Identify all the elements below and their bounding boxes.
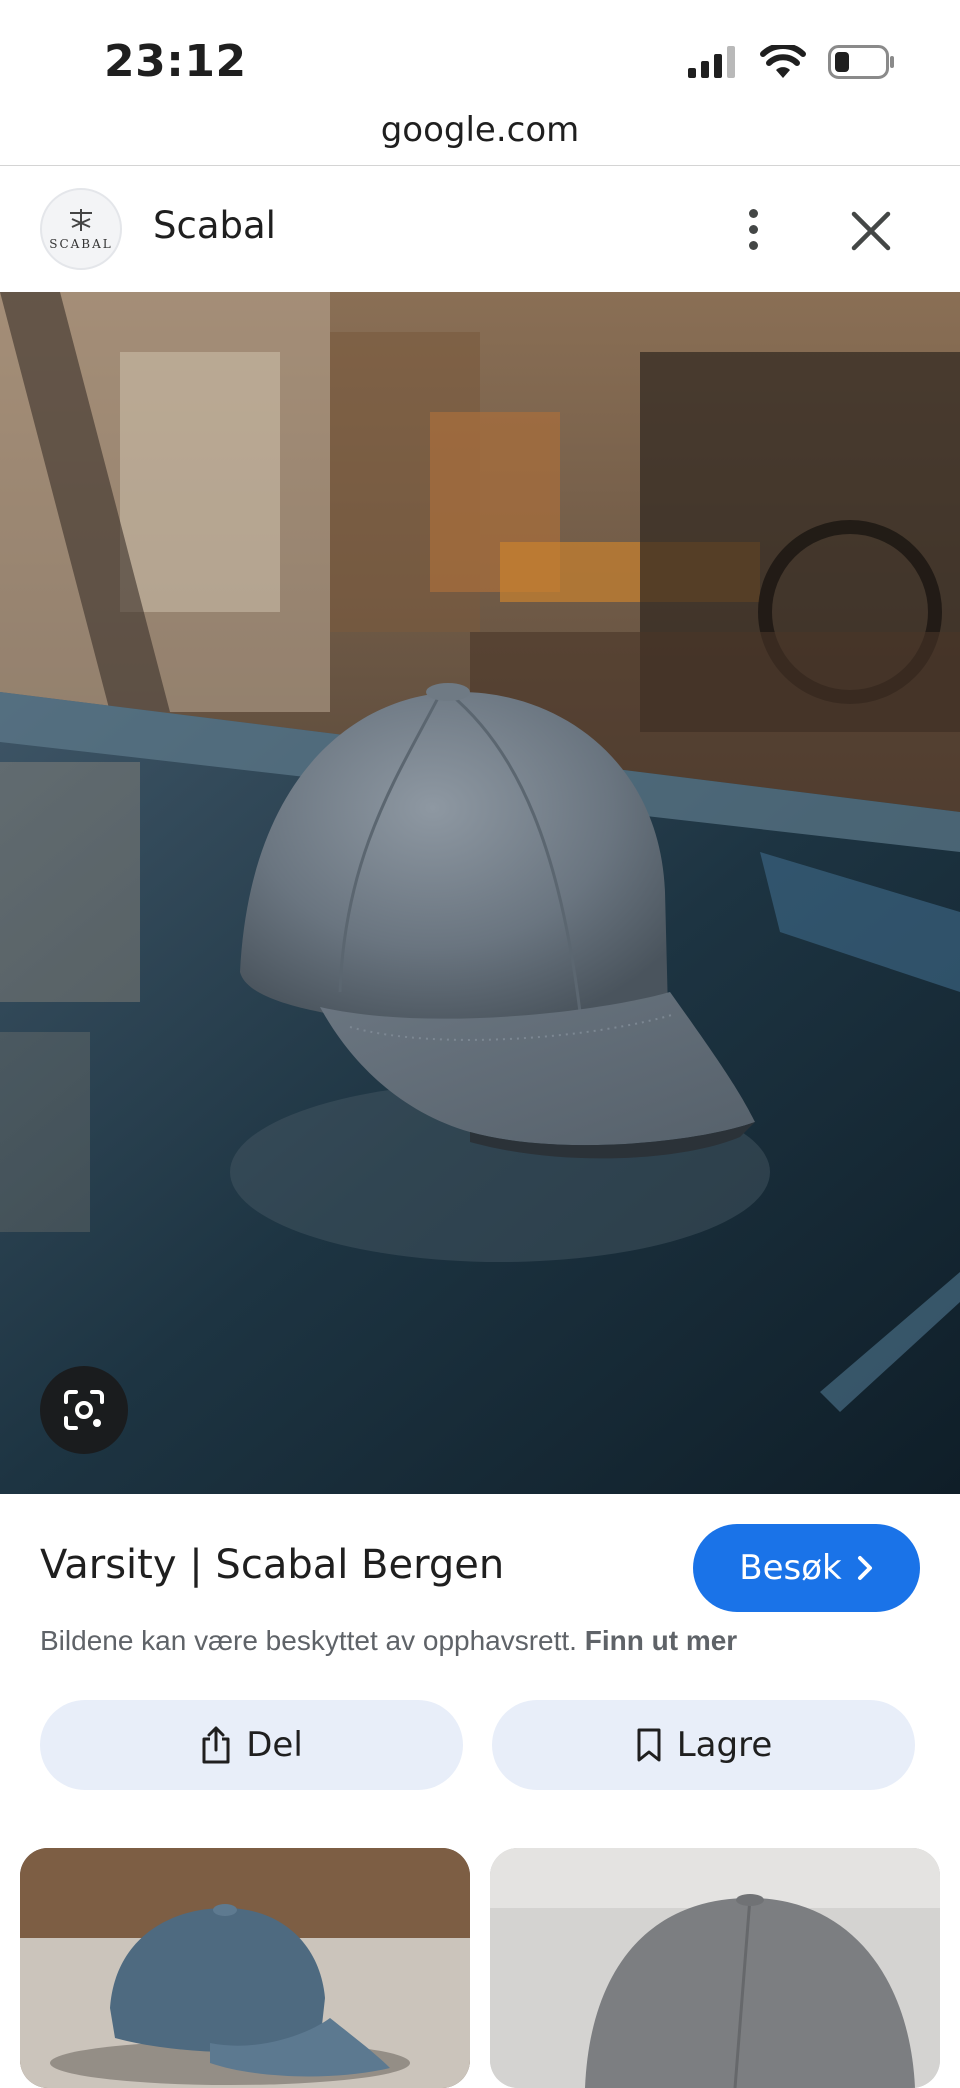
scabal-emblem-icon — [70, 209, 92, 231]
lens-icon — [64, 1390, 104, 1430]
share-label: Del — [246, 1725, 303, 1765]
url-bar[interactable]: google.com — [0, 110, 960, 150]
more-dot-icon — [748, 224, 758, 234]
status-time: 23:12 — [104, 36, 247, 87]
cap-on-car-photo — [0, 292, 960, 1494]
battery-icon — [828, 45, 894, 79]
lens-search-button[interactable] — [40, 1366, 128, 1454]
close-icon[interactable] — [846, 206, 896, 256]
related-image[interactable] — [20, 1848, 470, 2088]
visit-button-label: Besøk — [739, 1548, 842, 1588]
source-logo-text: SCABAL — [49, 237, 113, 251]
source-name[interactable]: Scabal — [153, 204, 276, 247]
product-image[interactable] — [0, 292, 960, 1494]
share-icon — [202, 1726, 230, 1764]
related-cap-photo — [20, 1848, 470, 2088]
wifi-icon — [760, 45, 806, 78]
more-options-button[interactable] — [728, 200, 778, 258]
more-dot-icon — [748, 240, 758, 250]
status-icons — [688, 42, 896, 82]
more-dot-icon — [748, 208, 758, 218]
result-title: Varsity | Scabal Bergen — [40, 1542, 505, 1588]
bookmark-icon — [637, 1728, 661, 1762]
visit-button[interactable]: Besøk — [693, 1524, 920, 1612]
save-label: Lagre — [676, 1725, 773, 1765]
source-logo[interactable]: SCABAL — [40, 188, 122, 270]
source-header: SCABAL Scabal — [0, 166, 960, 292]
chevron-right-icon — [857, 1556, 872, 1580]
share-button[interactable]: Del — [40, 1700, 463, 1790]
status-bar: 23:12 google.com — [0, 0, 960, 150]
save-button[interactable]: Lagre — [492, 1700, 915, 1790]
learn-more-link[interactable]: Finn ut mer — [585, 1625, 737, 1656]
related-image[interactable] — [490, 1848, 940, 2088]
copyright-notice: Bildene kan være beskyttet av opphavsret… — [40, 1625, 737, 1657]
copyright-text: Bildene kan være beskyttet av opphavsret… — [40, 1625, 577, 1656]
related-cap-photo — [490, 1848, 940, 2088]
cellular-signal-icon — [688, 46, 735, 78]
